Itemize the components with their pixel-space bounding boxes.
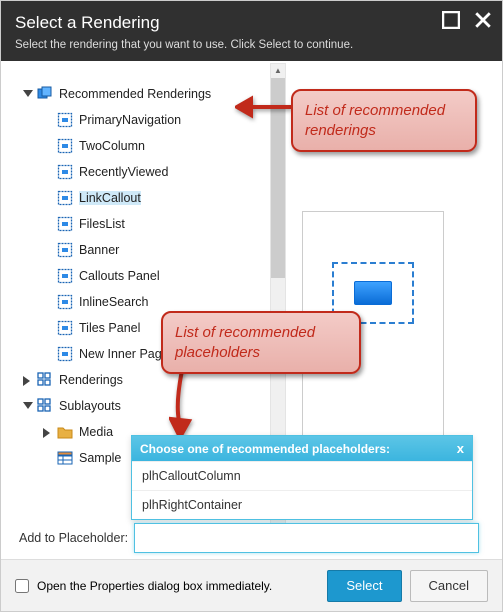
tree-node-sublayouts[interactable]: Sublayouts [23,393,278,419]
layout-icon [57,164,73,180]
layout-icon [57,216,73,232]
tree-item[interactable]: FilesList [23,211,278,237]
scroll-up-icon[interactable]: ▲ [271,64,285,78]
tree-item-label: FilesList [79,217,125,231]
annotation-arrow-icon [235,95,291,119]
collapse-icon[interactable] [23,89,33,99]
popup-item[interactable]: plhRightContainer [132,490,472,519]
tree-item[interactable]: RecentlyViewed [23,159,278,185]
tree-item-label: TwoColumn [79,139,145,153]
tree-label: Renderings [59,373,123,387]
popup-header: Choose one of recommended placeholders: … [132,436,472,461]
layout-icon [57,268,73,284]
grid-icon [37,398,53,414]
tree-item[interactable]: TwoColumn [23,133,278,159]
maximize-icon[interactable] [442,11,460,29]
annotation-callout-2: List of recommended placeholders [161,311,361,374]
expand-icon[interactable] [43,427,53,437]
placeholder-row: Add to Placeholder: [19,523,479,553]
tree-item[interactable]: Callouts Panel [23,263,278,289]
tree-item-label: InlineSearch [79,295,149,309]
tree-label: Recommended Renderings [59,87,211,101]
layout-icon [57,112,73,128]
tree-label: Sublayouts [59,399,121,413]
layout-icon [57,242,73,258]
placeholder-input[interactable] [134,523,479,553]
popup-close-icon[interactable]: x [457,441,464,456]
open-properties-checkbox[interactable] [15,579,29,593]
tree-item[interactable]: Banner [23,237,278,263]
rendering-chip-icon [354,281,392,305]
tree-label: Sample [79,451,121,465]
collapse-icon[interactable] [23,401,33,411]
folder-icon [57,424,73,440]
tree-item-label: Banner [79,243,119,257]
layout-icon [57,138,73,154]
multi-window-icon [37,86,53,102]
tree-item[interactable]: LinkCallout [23,185,278,211]
layout-icon [57,294,73,310]
expand-icon[interactable] [23,375,33,385]
layout-icon [57,190,73,206]
cancel-button[interactable]: Cancel [410,570,488,602]
tree-item-label: PrimaryNavigation [79,113,181,127]
dialog-subtitle: Select the rendering that you want to us… [15,39,488,51]
layout-icon [57,320,73,336]
layout-icon [57,346,73,362]
annotation-text: List of recommended renderings [305,102,445,139]
grid-icon [37,372,53,388]
tree-label: Media [79,425,113,439]
tree-item-label: New Inner Page [79,347,169,361]
dialog-title: Select a Rendering [15,13,488,33]
close-icon[interactable] [474,11,492,29]
placeholder-label: Add to Placeholder: [19,531,128,545]
tree-item-label: RecentlyViewed [79,165,168,179]
tree-item-label: Tiles Panel [79,321,140,335]
tree-item-label: Callouts Panel [79,269,160,283]
popup-title: Choose one of recommended placeholders: [140,442,390,456]
annotation-callout-1: List of recommended renderings [291,89,477,152]
annotation-text: List of recommended placeholders [175,324,315,361]
dialog-header: Select a Rendering Select the rendering … [1,1,502,61]
tree-item-label: LinkCallout [79,191,141,205]
dialog-content: Recommended Renderings PrimaryNavigation… [1,61,502,557]
placeholder-popup: Choose one of recommended placeholders: … [131,435,473,520]
checkbox-label: Open the Properties dialog box immediate… [37,579,272,593]
dialog-footer: Open the Properties dialog box immediate… [1,559,502,611]
table-icon [57,450,73,466]
popup-item[interactable]: plhCalloutColumn [132,461,472,490]
select-button[interactable]: Select [327,570,401,602]
